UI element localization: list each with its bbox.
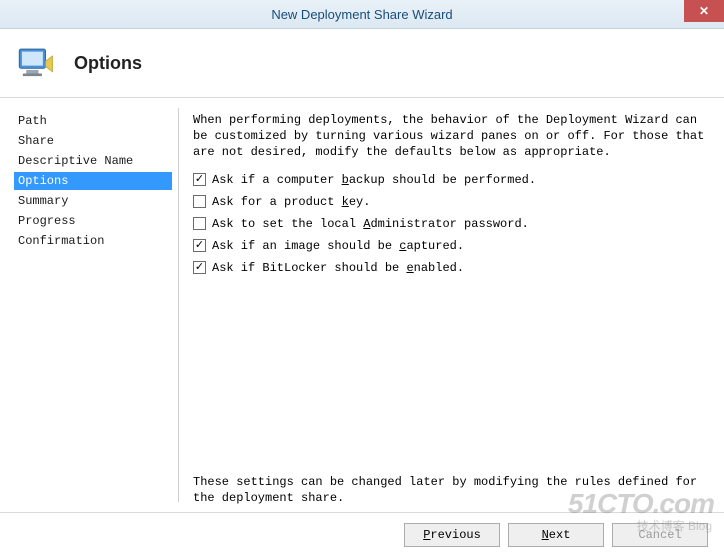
option-checkbox-4[interactable] [193,261,206,274]
option-row: Ask if BitLocker should be enabled. [193,261,706,275]
option-row: Ask if an image should be captured. [193,239,706,253]
close-button[interactable]: ✕ [684,0,724,22]
titlebar: New Deployment Share Wizard ✕ [0,0,724,29]
option-row: Ask for a product key. [193,195,706,209]
nav-step-descriptive-name[interactable]: Descriptive Name [14,152,172,170]
option-label: Ask if a computer backup should be perfo… [212,173,536,187]
wizard-footer: Previous Next Cancel [0,512,724,556]
content-pane: When performing deployments, the behavio… [179,98,724,512]
nav-step-options[interactable]: Options [14,172,172,190]
wizard-nav: Path Share Descriptive Name Options Summary P… [0,98,178,512]
nav-step-summary[interactable]: Summary [14,192,172,210]
nav-step-confirmation[interactable]: Confirmation [14,232,172,250]
footnote-text: These settings can be changed later by m… [193,474,706,506]
option-checkbox-2[interactable] [193,217,206,230]
option-checkbox-0[interactable] [193,173,206,186]
nav-step-share[interactable]: Share [14,132,172,150]
nav-step-progress[interactable]: Progress [14,212,172,230]
option-label: Ask if an image should be captured. [212,239,464,253]
option-checkbox-3[interactable] [193,239,206,252]
previous-button[interactable]: Previous [404,523,500,547]
computer-icon [14,42,56,84]
option-label: Ask to set the local Administrator passw… [212,217,529,231]
option-row: Ask to set the local Administrator passw… [193,217,706,231]
wizard-header: Options [0,29,724,98]
option-label: Ask for a product key. [212,195,370,209]
page-title: Options [74,53,142,74]
cancel-button[interactable]: Cancel [612,523,708,547]
window-title: New Deployment Share Wizard [271,7,452,22]
option-checkbox-1[interactable] [193,195,206,208]
next-button[interactable]: Next [508,523,604,547]
option-label: Ask if BitLocker should be enabled. [212,261,464,275]
option-row: Ask if a computer backup should be perfo… [193,173,706,187]
intro-text: When performing deployments, the behavio… [193,112,706,161]
nav-step-path[interactable]: Path [14,112,172,130]
